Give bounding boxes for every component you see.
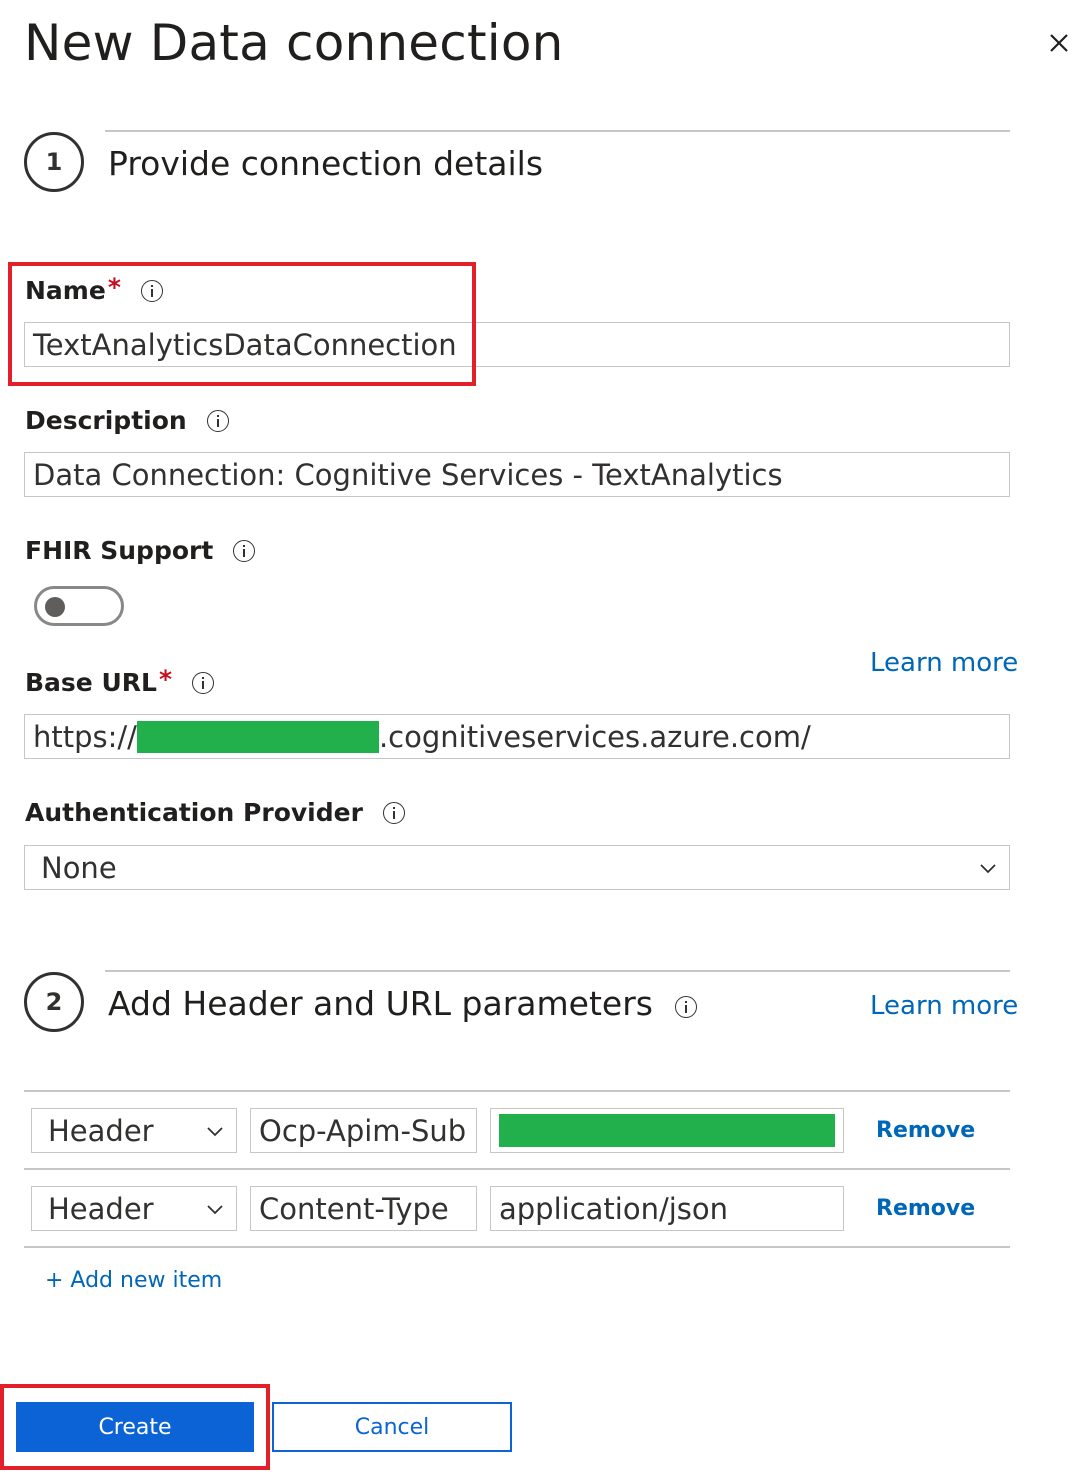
param-type-value: Header (48, 1191, 154, 1226)
step-1-badge: 1 (24, 132, 84, 192)
param-value-value: application/json (499, 1191, 729, 1226)
add-new-item-link[interactable]: + Add new item (45, 1268, 222, 1293)
remove-param-button[interactable]: Remove (876, 1196, 975, 1221)
params-divider-bottom (24, 1246, 1010, 1248)
chevron-down-icon (207, 1126, 223, 1136)
required-mark: * (158, 665, 173, 694)
remove-param-button[interactable]: Remove (876, 1118, 975, 1143)
base-url-input[interactable]: https:// .cognitiveservices.azure.com/ (24, 714, 1010, 759)
panel-title: New Data connection (24, 14, 564, 72)
auth-provider-label-text: Authentication Provider (25, 798, 363, 827)
info-icon[interactable] (233, 539, 256, 562)
close-icon[interactable] (1044, 28, 1069, 58)
new-data-connection-panel: New Data connection 1 Provide connection… (0, 0, 1069, 1478)
step-1-divider (105, 130, 1010, 132)
param-key-value: Ocp-Apim-Sub (259, 1113, 467, 1148)
fhir-support-label: FHIR Support (25, 536, 256, 565)
step-2-divider (105, 970, 1010, 972)
base-url-prefix: https:// (33, 719, 137, 754)
description-input-value: Data Connection: Cognitive Services - Te… (33, 457, 783, 492)
param-key-value: Content-Type (259, 1191, 449, 1226)
name-highlight-box (8, 262, 476, 386)
toggle-knob (45, 597, 65, 617)
params-divider-middle (24, 1168, 1010, 1170)
info-icon[interactable] (674, 995, 697, 1018)
cancel-button[interactable]: Cancel (272, 1402, 512, 1452)
params-divider-top (24, 1090, 1010, 1092)
chevron-down-icon (980, 863, 996, 873)
base-url-label: Base URL * (25, 665, 215, 697)
params-learn-more-link[interactable]: Learn more (870, 991, 1018, 1021)
step-1-title: Provide connection details (108, 144, 544, 183)
param-key-input[interactable]: Content-Type (250, 1186, 477, 1231)
step-2-title: Add Header and URL parameters (108, 984, 697, 1023)
info-icon[interactable] (382, 801, 405, 824)
fhir-support-toggle[interactable] (34, 586, 124, 626)
param-type-dropdown[interactable]: Header (31, 1108, 237, 1153)
info-icon[interactable] (206, 409, 229, 432)
description-label-text: Description (25, 406, 187, 435)
chevron-down-icon (207, 1204, 223, 1214)
base-url-suffix: .cognitiveservices.azure.com/ (378, 719, 811, 754)
param-type-value: Header (48, 1113, 154, 1148)
description-input[interactable]: Data Connection: Cognitive Services - Te… (24, 452, 1010, 497)
step-2-title-text: Add Header and URL parameters (108, 984, 653, 1023)
redacted-block (136, 720, 379, 753)
param-key-input[interactable]: Ocp-Apim-Sub (250, 1108, 477, 1153)
description-label: Description (25, 406, 229, 435)
base-url-learn-more-link[interactable]: Learn more (870, 648, 1018, 678)
param-value-input[interactable]: application/json (490, 1186, 844, 1231)
create-highlight-box (0, 1384, 270, 1470)
base-url-label-text: Base URL (25, 668, 157, 697)
fhir-support-label-text: FHIR Support (25, 536, 214, 565)
redacted-block (499, 1114, 835, 1147)
auth-provider-dropdown[interactable]: None (24, 845, 1010, 890)
step-2-badge: 2 (24, 972, 84, 1032)
auth-provider-value: None (41, 850, 117, 885)
param-type-dropdown[interactable]: Header (31, 1186, 237, 1231)
auth-provider-label: Authentication Provider (25, 798, 405, 827)
info-icon[interactable] (192, 671, 215, 694)
param-value-input[interactable] (490, 1108, 844, 1153)
